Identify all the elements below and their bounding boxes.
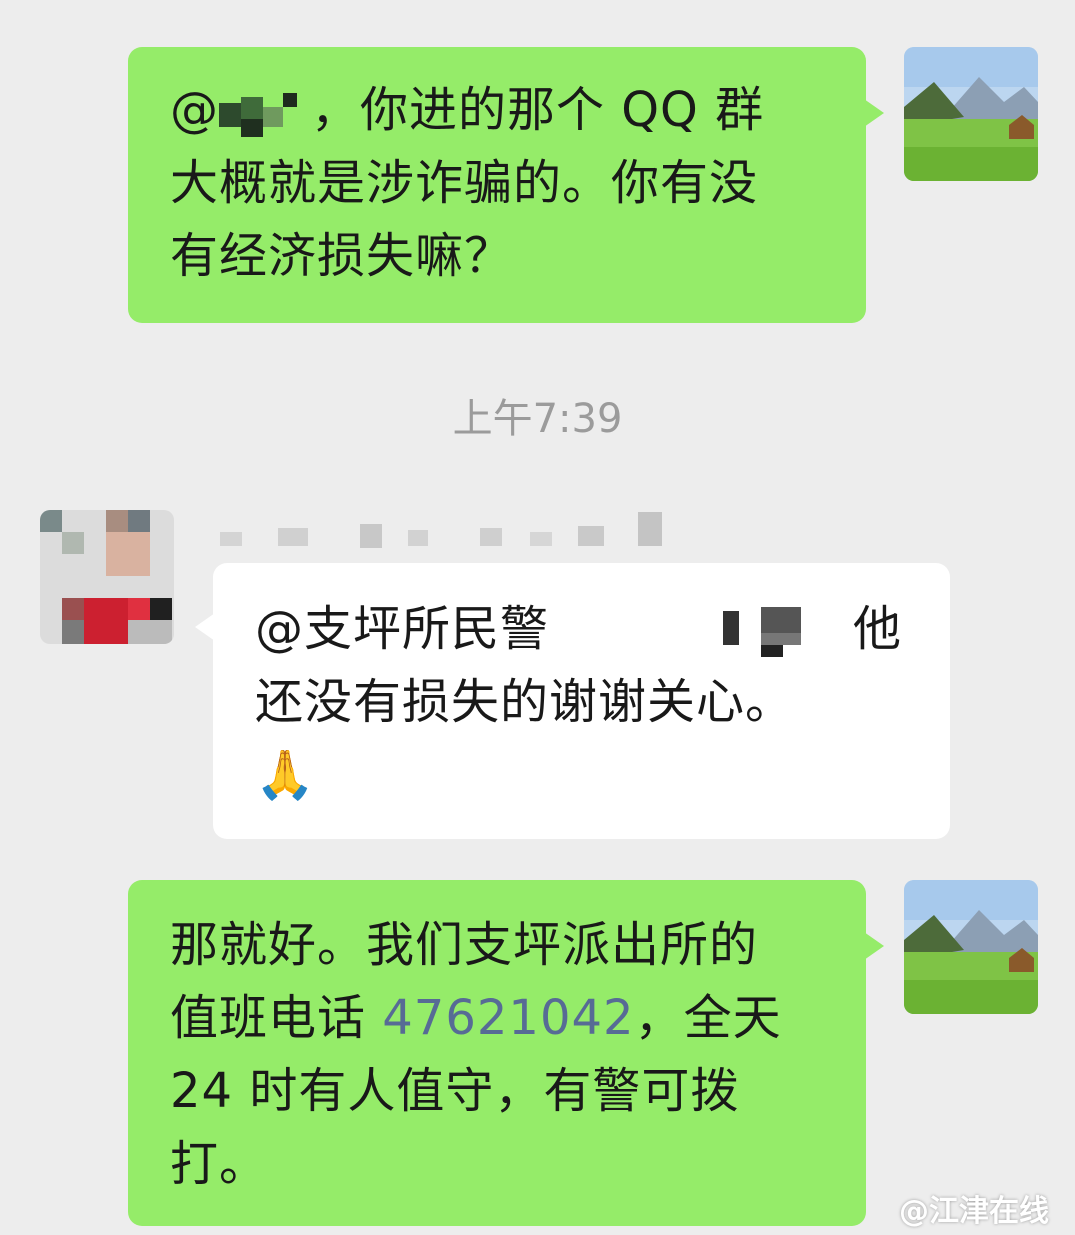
timestamp: 上午7:39 [452,396,623,442]
message-line: 24 时有人值守，有警可拨 [170,1063,740,1119]
blurred-sender-name [218,510,688,550]
message-line: 大概就是涉诈骗的。你有没 [170,155,759,211]
self-avatar[interactable] [904,47,1038,181]
landscape-avatar-icon [904,880,1038,1014]
mention-at[interactable]: @ [170,82,219,138]
self-avatar[interactable] [904,880,1038,1014]
landscape-avatar-icon [904,47,1038,181]
emoji-pray: 🙏 [255,747,316,803]
blurred-mention-name [219,89,311,137]
blurred-mention-name [723,601,803,678]
message-line: 有经济损失嘛？ [170,228,514,284]
outgoing-message-bubble[interactable]: 那就好。我们支坪派出所的 值班电话 47621042，全天 24 时有人值守，有… [128,880,884,1226]
message-line: 打。 [170,1136,269,1192]
message-line: 还没有损失的谢谢关心。 [255,674,795,730]
outgoing-message-bubble[interactable]: @ ，你进的那个 QQ 群 大概就是涉诈骗的。你有没 有经济损失嘛？ [128,47,884,323]
incoming-message-bubble[interactable]: @支坪所民警 他 还没有损失的谢谢关心。 🙏 [195,563,950,839]
sender-avatar[interactable] [40,510,174,644]
message-line: 那就好。我们支坪派出所的 [170,917,759,973]
phone-number-link[interactable]: 47621042 [382,990,634,1046]
source-watermark: @江津在线 [899,1194,1049,1229]
mention-text[interactable]: @支坪所民警 [255,601,549,657]
